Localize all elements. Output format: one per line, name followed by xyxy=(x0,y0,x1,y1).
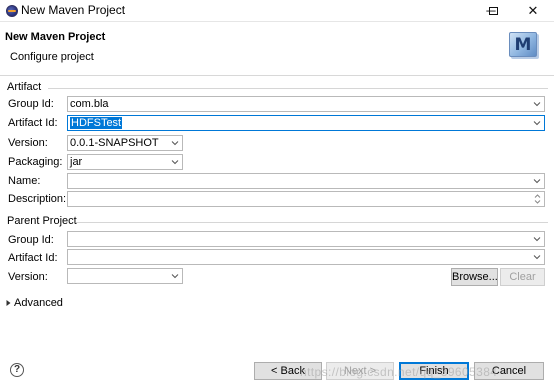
parent-artifact-id-label: Artifact Id: xyxy=(8,252,58,264)
page-title: New Maven Project xyxy=(5,31,106,43)
chevron-down-icon[interactable] xyxy=(171,158,179,166)
packaging-value: jar xyxy=(70,156,83,168)
name-combo[interactable] xyxy=(67,173,545,189)
group-id-value: com.bla xyxy=(70,98,109,110)
window-title: New Maven Project xyxy=(21,3,126,17)
page-subtitle: Configure project xyxy=(10,51,94,63)
group-id-combo[interactable]: com.bla xyxy=(67,96,545,112)
maven-logo-letter: M xyxy=(514,35,532,55)
parent-group-label: Parent Project xyxy=(7,215,77,227)
version-combo[interactable]: 0.0.1-SNAPSHOT xyxy=(67,135,183,151)
parent-group-divider xyxy=(76,222,548,223)
parent-version-label: Version: xyxy=(8,271,48,283)
chevron-down-icon[interactable] xyxy=(533,177,541,185)
artifact-group-divider xyxy=(48,88,548,89)
maximize-button[interactable] xyxy=(473,1,515,21)
scroll-arrows-icon[interactable] xyxy=(533,193,542,205)
help-button[interactable]: ? xyxy=(10,363,24,377)
expand-arrow-icon[interactable] xyxy=(5,298,13,308)
parent-version-combo[interactable] xyxy=(67,268,183,284)
close-button[interactable]: ✕ xyxy=(512,1,554,21)
chevron-down-icon[interactable] xyxy=(533,253,541,261)
version-value: 0.0.1-SNAPSHOT xyxy=(70,137,159,149)
artifact-group-label: Artifact xyxy=(7,81,42,93)
watermark-text: https://blog.csdn.net/qq_39605384 xyxy=(300,365,498,379)
maven-logo-icon: M xyxy=(507,30,541,60)
description-label: Description: xyxy=(8,193,67,205)
chevron-down-icon[interactable] xyxy=(171,272,179,280)
packaging-combo[interactable]: jar xyxy=(67,154,183,170)
group-id-label: Group Id: xyxy=(8,98,54,110)
packaging-label: Packaging: xyxy=(8,156,63,168)
artifact-id-label: Artifact Id: xyxy=(8,117,58,129)
parent-artifact-id-combo[interactable] xyxy=(67,249,545,265)
name-label: Name: xyxy=(8,175,41,187)
eclipse-app-icon xyxy=(6,5,18,17)
parent-group-id-label: Group Id: xyxy=(8,234,54,246)
artifact-id-combo[interactable]: HDFSTest xyxy=(67,115,545,131)
chevron-down-icon[interactable] xyxy=(533,100,541,108)
chevron-down-icon[interactable] xyxy=(171,139,179,147)
artifact-id-value: HDFSTest xyxy=(70,117,123,129)
clear-button[interactable]: Clear xyxy=(500,268,545,286)
advanced-toggle[interactable]: Advanced xyxy=(14,297,63,309)
chevron-down-icon[interactable] xyxy=(533,235,541,243)
description-textarea[interactable] xyxy=(67,191,545,207)
parent-group-id-combo[interactable] xyxy=(67,231,545,247)
chevron-down-icon[interactable] xyxy=(533,119,541,127)
version-label: Version: xyxy=(8,137,48,149)
browse-button[interactable]: Browse... xyxy=(451,268,498,286)
